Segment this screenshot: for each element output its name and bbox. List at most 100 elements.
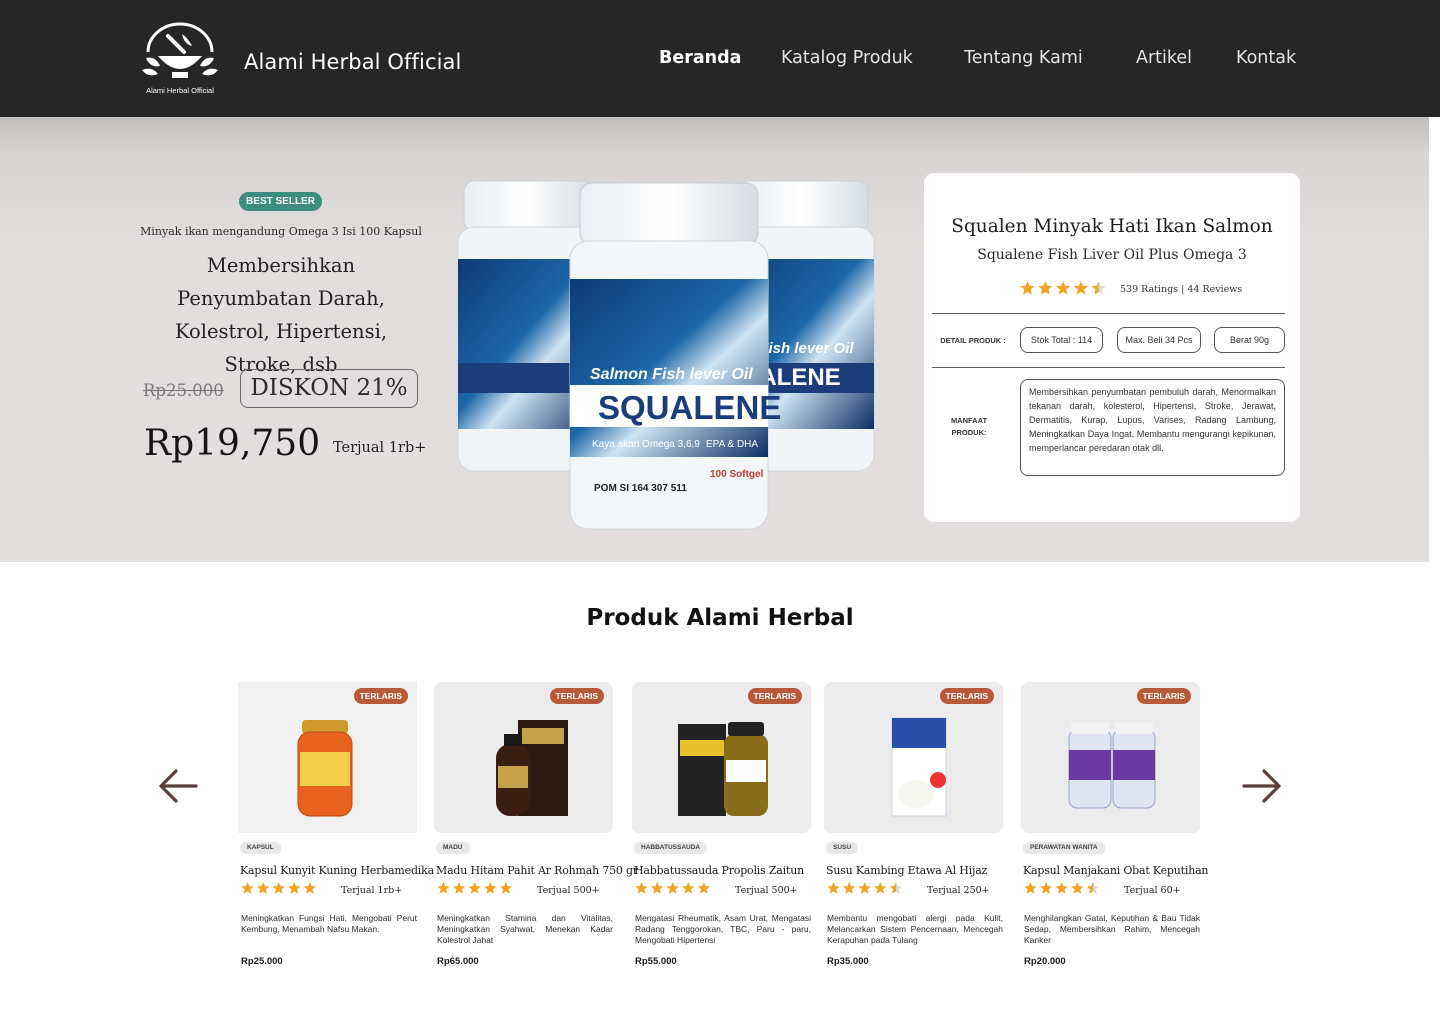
product-image (891, 717, 947, 817)
star-icon (827, 882, 840, 894)
star-icon (468, 882, 481, 894)
divider (932, 367, 1285, 368)
product-name[interactable]: Kapsul Kunyit Kuning Herbamedika (240, 864, 434, 877)
star-icon (1038, 281, 1053, 295)
star-icon (1039, 882, 1053, 894)
detail-rating-text: 539 Ratings | 44 Reviews (1120, 284, 1243, 295)
star-icon (1091, 281, 1106, 295)
product-price: Rp35.000 (827, 956, 869, 967)
product-description: Mengatasi Rheumatik, Asam Urat, Mengatas… (635, 913, 811, 945)
star-icon (874, 882, 887, 894)
terlaris-badge: TERLARIS (353, 688, 408, 704)
star-icon (889, 882, 903, 894)
category-tag: MADU (436, 842, 470, 854)
star-icon (858, 882, 871, 894)
product-rating-stars (635, 882, 711, 894)
detail-rating-stars (1020, 281, 1106, 295)
brand-logo[interactable]: Alami Herbal Official (138, 22, 222, 98)
product-price: Rp65.000 (437, 956, 479, 967)
product-image-frame[interactable]: TERLARIS (238, 682, 417, 833)
squalene-product-image: n Fish lever Oil UALENE Salmon Fish leve… (457, 180, 875, 530)
svg-text:POM SI 164 307 511: POM SI 164 307 511 (594, 483, 687, 494)
product-image-frame[interactable]: TERLARIS (632, 682, 811, 833)
star-icon (499, 882, 513, 894)
benefits-text: Membersihkan penyumbatan pembuluh darah,… (1020, 379, 1285, 476)
product-card[interactable]: TERLARIS HABBATUSSAUDA Habbatussauda Pro… (632, 682, 811, 982)
nav-kontak[interactable]: Kontak (1236, 48, 1296, 68)
product-description: Meningkatkan Stamina dan Vitalitas, Meni… (437, 913, 613, 945)
nav-tentang-kami[interactable]: Tentang Kami (964, 48, 1083, 68)
product-image (1068, 722, 1156, 809)
star-icon (1071, 882, 1084, 894)
star-icon (842, 882, 856, 894)
arrow-left-icon[interactable] (156, 764, 200, 808)
brand-name[interactable]: Alami Herbal Official (244, 50, 461, 74)
svg-text:Kaya akan Omega 3,6,9: Kaya akan Omega 3,6,9 (592, 439, 700, 450)
product-image-frame[interactable]: TERLARIS (434, 682, 613, 833)
logo-caption: Alami Herbal Official (146, 86, 214, 95)
product-price: Rp25.000 (241, 956, 283, 967)
product-card[interactable]: TERLARIS PERAWATAN WANITA Kapsul Manjaka… (1021, 682, 1209, 982)
sold-count: Terjual 1rb+ (333, 440, 427, 456)
terlaris-badge: TERLARIS (939, 688, 994, 704)
product-sold-count: Terjual 500+ (537, 885, 600, 896)
star-icon (635, 882, 648, 894)
max-buy-chip: Max. Beli 34 Pcs (1117, 327, 1201, 353)
detail-produk-label: DETAIL PRODUK : (940, 336, 1006, 345)
detail-subtitle: Squalene Fish Liver Oil Plus Omega 3 (977, 247, 1247, 263)
nav-artikel[interactable]: Artikel (1136, 48, 1192, 68)
nav-katalog-produk[interactable]: Katalog Produk (781, 48, 913, 68)
category-tag: SUSU (826, 842, 859, 854)
stock-chip: Stok Total : 114 (1020, 327, 1103, 353)
star-icon (1086, 882, 1100, 894)
arrow-right-icon[interactable] (1240, 764, 1284, 808)
product-rating-stars (1024, 882, 1100, 894)
svg-text:Salmon Fish lever Oil: Salmon Fish lever Oil (590, 366, 753, 383)
star-icon (1073, 281, 1089, 295)
product-image (678, 722, 768, 816)
product-detail-card: Squalen Minyak Hati Ikan Salmon Squalene… (924, 173, 1300, 522)
product-price: Rp20.000 (1024, 956, 1066, 967)
product-image (496, 720, 568, 816)
svg-text:100 Softgel: 100 Softgel (710, 469, 764, 480)
star-icon (650, 882, 664, 894)
star-icon (484, 882, 497, 894)
star-icon (288, 882, 301, 894)
terlaris-badge: TERLARIS (747, 688, 802, 704)
category-tag: KAPSUL (240, 842, 281, 854)
star-icon (682, 882, 695, 894)
hero-headline: Membersihkan Penyumbatan Darah, Kolestro… (174, 254, 388, 376)
terlaris-badge: TERLARIS (549, 688, 604, 704)
star-icon (666, 882, 679, 894)
jar-front: Salmon Fish lever Oil SQUALENE Kaya akan… (569, 182, 781, 530)
hero-subtitle: Minyak ikan mengandung Omega 3 Isi 100 K… (140, 225, 422, 238)
product-card[interactable]: TERLARIS SUSU Susu Kambing Etawa Al Hija… (824, 682, 1003, 982)
product-name[interactable]: Madu Hitam Pahit Ar Rohmah 750 gr (436, 864, 638, 877)
product-rating-stars (241, 882, 317, 894)
weight-chip: Berat 90g (1214, 327, 1285, 353)
product-rating-stars (827, 882, 903, 894)
product-card[interactable]: TERLARIS MADU Madu Hitam Pahit Ar Rohmah… (434, 682, 638, 982)
star-icon (1020, 281, 1035, 295)
product-sold-count: Terjual 250+ (927, 885, 990, 896)
sale-price: Rp19,750 (144, 423, 321, 464)
svg-text:EPA & DHA: EPA & DHA (706, 439, 758, 450)
product-image-frame[interactable]: TERLARIS (824, 682, 1003, 833)
best-seller-badge: BEST SELLER (239, 192, 322, 211)
product-name[interactable]: Susu Kambing Etawa Al Hijaz (826, 864, 1016, 877)
mortar-leaf-logo-icon (142, 22, 218, 78)
product-description: Menghilangkan Gatal, Keputihan & Bau Tid… (1024, 913, 1200, 945)
product-name[interactable]: Habbatussauda Propolis Zaitun (634, 864, 824, 877)
product-description: Meningkatkan Fungsi Hati, Mengobati Peru… (241, 913, 417, 934)
hero-shadow (0, 117, 1429, 153)
discount-badge: DISKON 21% (240, 369, 418, 408)
nav-beranda[interactable]: Beranda (659, 48, 741, 68)
original-price: Rp25.000 (143, 381, 224, 400)
product-card[interactable]: TERLARIS KAPSUL Kapsul Kunyit Kuning Her… (238, 682, 434, 982)
category-tag: HABBATUSSAUDA (634, 842, 708, 854)
product-description: Membantu mengobati alergi pada Kulit, Me… (827, 913, 1003, 945)
product-sold-count: Terjual 500+ (735, 885, 798, 896)
product-image-frame[interactable]: TERLARIS (1021, 682, 1200, 833)
product-name[interactable]: Kapsul Manjakani Obat Keputihan (1023, 864, 1213, 877)
star-icon (697, 882, 711, 894)
